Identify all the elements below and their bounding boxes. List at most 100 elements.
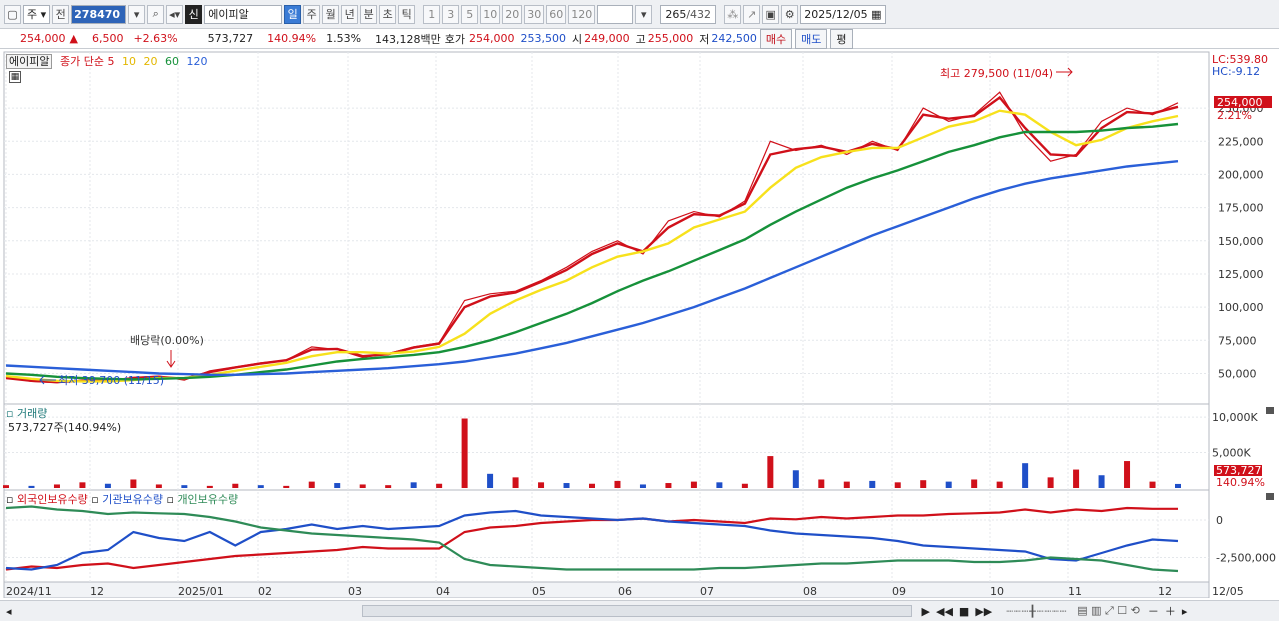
volume-bar [920,480,927,488]
period-tick[interactable]: 틱 [398,4,416,24]
period-year[interactable]: 년 [341,4,359,24]
interval-120[interactable]: 120 [568,4,596,24]
interval-dropdown-icon[interactable]: ▾ [635,4,653,24]
high-label: 고 [635,32,646,46]
dropdown-icon[interactable]: ▾ [128,4,146,24]
forward-icon[interactable]: ▶▶ [975,605,992,618]
volume-bar [1149,481,1156,488]
legend-institution-holdings: 기관보유수량 [102,493,163,506]
legend-stock-name[interactable]: 에이피알 [6,54,53,69]
market-select[interactable]: 주 ▾ [23,4,51,24]
volume-bar [79,482,86,488]
volume-bar [130,479,137,488]
sell-button[interactable]: 매도 [795,28,828,49]
interval-5[interactable]: 5 [461,4,479,24]
scroll-right-icon[interactable]: ▸ [1182,605,1188,618]
play-icon[interactable]: ▶ [922,605,930,618]
volume-panel-close-icon[interactable] [1266,407,1274,414]
period-minute[interactable]: 분 [360,4,378,24]
price-y-tick: 50,000 [1218,367,1257,380]
holdings-legend: ▫ 외국인보유수량 ▫ 기관보유수량 ▫ 개인보유수량 [6,493,239,506]
current-price: 254,000 [20,32,66,45]
legend-ma-60: 60 [164,55,179,68]
price-y-tick: 200,000 [1218,168,1264,181]
save-icon[interactable]: ▣ [762,4,780,24]
holdings-panel-close-icon[interactable] [1266,493,1274,500]
layout-tools-icon[interactable]: ▤ ▥ ⤢ ☐ ⟲ [1077,604,1140,618]
zoom-out-icon[interactable]: － [1148,603,1159,619]
x-axis-tick: 06 [618,585,632,598]
chart-canvas[interactable]: 250,000225,000200,000175,000150,000125,0… [0,50,1279,599]
legend-individual-holdings: 개인보유수량 [177,493,239,506]
turnover-rate: 1.53% [326,32,362,45]
open-price: 249,000 [584,32,630,45]
volume-value: 573,727 [207,32,254,45]
toolbar: ▢ 주 ▾ 전 278470 ▾ ⌕ ◂▾ 신 에이피알 일 주 월 년 분 초… [0,0,1279,29]
search-icon[interactable]: ⌕ [147,4,165,24]
x-axis-tick: 03 [348,585,362,598]
gear-icon[interactable]: ⚙ [781,4,799,24]
zoom-slider[interactable]: ┈┈┈╂┈┈┈┈ [1006,605,1067,618]
eval-button[interactable]: 평 [830,28,853,49]
legend-foreign-holdings: 외국인보유수량 [16,493,88,506]
calendar-icon[interactable]: ▦ [9,71,21,83]
volume-bar [53,484,60,488]
volume-bar [28,485,35,488]
volume-bar [843,481,850,488]
volume-bar [971,479,978,488]
hc-label: HC:-9.12 [1212,65,1260,78]
volume-bar [563,483,570,488]
interval-20[interactable]: 20 [502,4,523,24]
volume-bar [461,418,468,488]
x-axis-end-label: 12/05 [1212,585,1244,598]
custom-interval-input[interactable] [597,4,634,24]
low-label: 저 [699,32,710,46]
volume-bar [410,482,417,488]
rewind-icon[interactable]: ◀◀ [936,605,953,618]
interval-1[interactable]: 1 [423,4,441,24]
interval-30[interactable]: 30 [524,4,545,24]
volume-bar [1175,483,1181,488]
period-month[interactable]: 월 [322,4,340,24]
period-day[interactable]: 일 [284,4,302,24]
volume-bar [639,484,646,488]
stop-icon[interactable]: ■ [959,605,969,618]
prev-button[interactable]: 전 [52,4,70,24]
count-field[interactable]: 265/432 [660,4,717,24]
low-price: 242,500 [711,32,757,45]
volume-bar [1073,469,1080,488]
interval-60[interactable]: 60 [546,4,567,24]
interval-3[interactable]: 3 [442,4,460,24]
volume-bar [690,481,697,488]
volume-bar [308,481,315,488]
price-legend: 에이피알 종가 단순 5 10 20 60 120 [6,53,207,69]
volume-bar [792,470,799,488]
period-week[interactable]: 주 [303,4,321,24]
price-panel[interactable] [3,51,1210,405]
bottom-scrollbar[interactable]: ◂ ▶ ◀◀ ■ ▶▶ ┈┈┈╂┈┈┈┈ ▤ ▥ ⤢ ☐ ⟲ － ＋ ▸ [0,600,1279,621]
volume-bar [1098,475,1105,488]
open-label: 시 [572,32,583,46]
volume-bar [741,483,748,488]
period-second[interactable]: 초 [379,4,397,24]
volume-bar [767,456,774,488]
price-tag-text: 254,000 [1217,96,1263,109]
window-icon[interactable]: ▢ [4,4,21,24]
sound-icon[interactable]: ◂▾ [166,4,184,24]
price-y-tick: 75,000 [1218,334,1257,347]
stock-code-input[interactable]: 278470 [71,4,127,24]
overlay-icon[interactable]: ⁂ [724,4,742,24]
buy-button[interactable]: 매수 [759,28,793,49]
date-field[interactable]: 2025/12/05 ▦ [800,4,886,24]
scroll-thumb[interactable] [361,605,912,617]
chart-area[interactable]: 250,000 225,000 200,000 175,000 150,000 125,0… [0,50,1279,599]
draw-tool-icon[interactable]: ↗ [743,4,761,24]
volume-bar [1047,477,1054,488]
volume-bar [614,480,621,488]
interval-10[interactable]: 10 [480,4,501,24]
price-pct-tag: 2.21% [1217,109,1252,122]
volume-bar [869,480,876,488]
volume-bar [257,485,264,488]
scroll-left-icon[interactable]: ◂ [6,605,12,618]
zoom-in-icon[interactable]: ＋ [1165,603,1176,619]
